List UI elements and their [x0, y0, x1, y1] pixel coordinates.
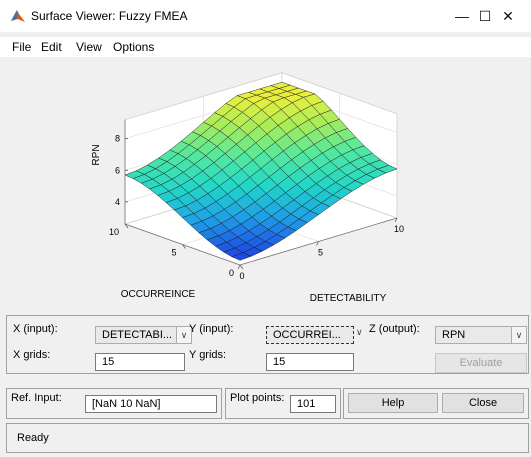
plot-points-input[interactable]: 101	[290, 395, 336, 413]
surface-plot-area[interactable]: 4 6 8 0 5 10 0 5 10 RPN OCCURREINCE DETECTABILIT…	[0, 57, 531, 313]
ref-input-label: Ref. Input:	[11, 392, 62, 404]
menu-edit[interactable]: Edit	[41, 40, 62, 54]
ref-input-box: Ref. Input: [NaN 10 NaN]	[6, 388, 222, 419]
status-text: Ready	[17, 432, 49, 444]
y-input-select[interactable]: OCCURREI...	[266, 326, 354, 344]
x-axis-label: DETECTABILITY	[310, 293, 387, 304]
x-grids-label: X grids:	[13, 349, 51, 361]
buttons-box: Help Close	[343, 388, 529, 419]
controls-panel: X (input): DETECTABI... ∨ Y (input): OCC…	[6, 315, 529, 374]
z-output-label: Z (output):	[369, 323, 420, 335]
chevron-down-icon[interactable]: ∨	[356, 327, 363, 338]
plot-points-box: Plot points: 101	[225, 388, 341, 419]
menu-bar: File Edit View Options	[0, 37, 531, 57]
close-window-button[interactable]: ✕	[485, 0, 531, 32]
z-output-value: RPN	[442, 329, 466, 341]
y-tick-label: 5	[171, 248, 176, 258]
menu-file[interactable]: File	[12, 40, 31, 54]
plot-points-label: Plot points:	[230, 392, 285, 404]
close-button[interactable]: Close	[442, 393, 524, 413]
status-bar: Ready	[6, 423, 529, 453]
y-input-value: OCCURREI...	[273, 329, 341, 341]
close-icon: ✕	[502, 8, 514, 24]
help-button[interactable]: Help	[348, 393, 438, 413]
y-tick-label: 10	[109, 227, 119, 237]
x-tick-label: 5	[318, 248, 323, 258]
surface-plot[interactable]: 4 6 8 0 5 10 0 5 10 RPN OCCURREINCE DETECTABILIT…	[0, 57, 531, 313]
y-tick-label: 0	[229, 268, 234, 278]
x-tick-label: 0	[239, 271, 244, 281]
matlab-icon	[11, 10, 25, 22]
z-tick-label: 6	[115, 165, 120, 175]
window-title: Surface Viewer: Fuzzy FMEA	[31, 9, 188, 23]
chevron-down-icon: ∨	[511, 327, 526, 343]
z-tick-label: 4	[115, 197, 120, 207]
ref-input-field[interactable]: [NaN 10 NaN]	[85, 395, 217, 413]
title-bar: Surface Viewer: Fuzzy FMEA — ☐ ✕	[0, 0, 531, 32]
y-axis-label: OCCURREINCE	[121, 289, 196, 300]
x-input-select[interactable]: DETECTABI... ∨	[95, 326, 192, 344]
y-input-label: Y (input):	[189, 323, 234, 335]
x-input-label: X (input):	[13, 323, 58, 335]
menu-options[interactable]: Options	[113, 40, 154, 54]
z-output-select[interactable]: RPN ∨	[435, 326, 527, 344]
z-tick-label: 8	[115, 134, 120, 144]
x-input-value: DETECTABI...	[102, 329, 173, 341]
menu-view[interactable]: View	[76, 40, 102, 54]
y-grids-label: Y grids:	[189, 349, 227, 361]
z-axis-label: RPN	[91, 144, 102, 165]
x-tick-label: 10	[394, 224, 404, 234]
x-grids-input[interactable]: 15	[95, 353, 185, 371]
evaluate-button[interactable]: Evaluate	[435, 353, 527, 373]
y-grids-input[interactable]: 15	[266, 353, 354, 371]
